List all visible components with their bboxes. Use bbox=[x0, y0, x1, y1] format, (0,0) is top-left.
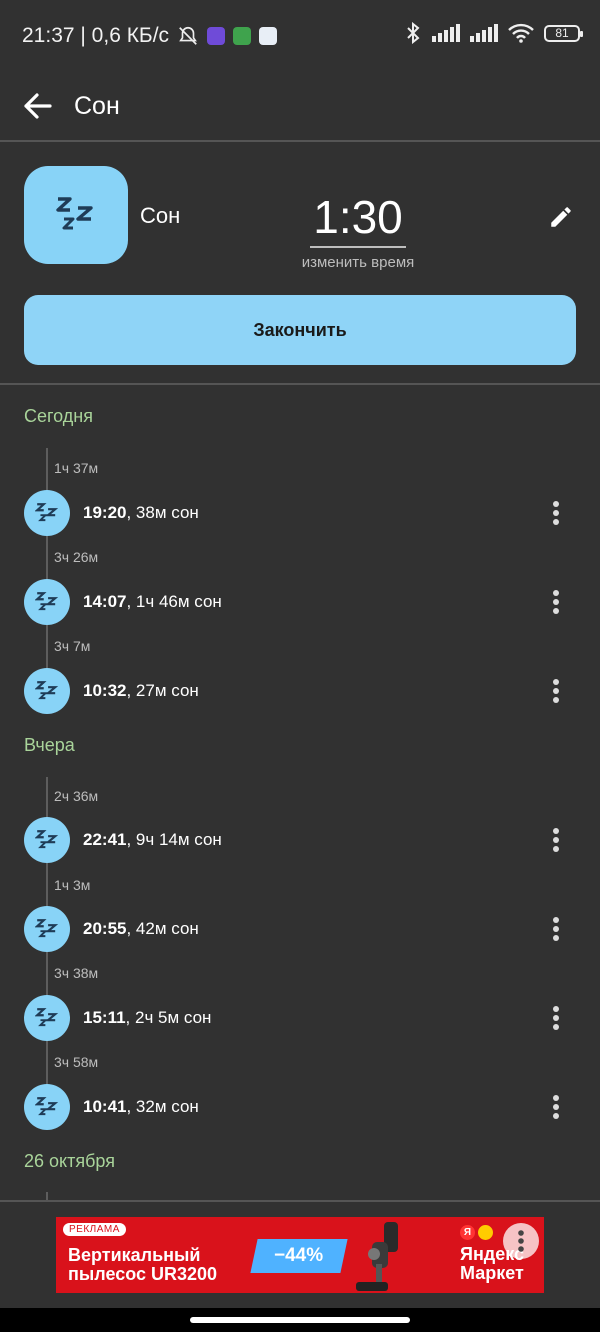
entry-text: 15:11, 2ч 5м сон bbox=[83, 1008, 212, 1027]
section-header-today: Сегодня bbox=[24, 406, 93, 426]
page-title: Сон bbox=[74, 91, 120, 120]
divider bbox=[0, 140, 600, 142]
gap-label: 3ч 38м bbox=[54, 965, 99, 981]
list-item[interactable]: 19:20, 38м сон bbox=[24, 489, 576, 537]
more-vert-icon bbox=[553, 501, 559, 525]
activity-icon-tile bbox=[24, 166, 128, 264]
list-item[interactable]: 14:07, 1ч 46м сон bbox=[24, 578, 576, 626]
list-item[interactable]: 10:32, 27м сон bbox=[24, 667, 576, 715]
ad-menu-button[interactable] bbox=[503, 1223, 539, 1259]
list-item[interactable]: 20:55, 42м сон bbox=[24, 905, 576, 953]
signal-icon bbox=[470, 24, 498, 42]
timer[interactable]: 1:30 изменить время bbox=[298, 190, 418, 271]
change-time-hint[interactable]: изменить время bbox=[288, 254, 428, 271]
more-vert-icon bbox=[553, 828, 559, 852]
cloud-app-icon bbox=[259, 27, 278, 45]
more-vert-icon bbox=[553, 679, 559, 703]
divider bbox=[0, 383, 600, 385]
more-options-button[interactable] bbox=[536, 905, 576, 953]
zzz-sleep-icon bbox=[24, 579, 70, 625]
entry-text: 10:41, 32м сон bbox=[83, 1097, 199, 1116]
status-bar: 21:37 | 0,6 КБ/с 81 bbox=[0, 0, 600, 72]
more-options-button[interactable] bbox=[536, 578, 576, 626]
zzz-sleep-icon bbox=[56, 197, 93, 230]
system-nav-bar bbox=[0, 1308, 600, 1332]
entry-text: 19:20, 38м сон bbox=[83, 503, 199, 522]
bell-off-icon bbox=[179, 26, 197, 45]
gap-label: 3ч 58м bbox=[54, 1054, 99, 1070]
gap-label: 2ч 36м bbox=[54, 788, 99, 804]
zzz-sleep-icon bbox=[24, 817, 70, 863]
more-options-button[interactable] bbox=[536, 667, 576, 715]
more-options-button[interactable] bbox=[536, 489, 576, 537]
ad-container: РЕКЛАМА Вертикальный пылесос UR3200 −44%… bbox=[0, 1202, 600, 1308]
timer-value[interactable]: 1:30 bbox=[310, 190, 406, 248]
battery-icon: 81 bbox=[544, 24, 583, 42]
list-item[interactable]: 22:41, 9ч 14м сон bbox=[24, 816, 576, 864]
gap-label: 3ч 26м bbox=[54, 549, 99, 565]
pencil-icon bbox=[551, 207, 571, 227]
gap-label: 3ч 7м bbox=[54, 638, 91, 654]
back-button[interactable] bbox=[0, 72, 74, 140]
home-indicator[interactable] bbox=[190, 1317, 410, 1323]
ad-title: Вертикальный пылесос UR3200 bbox=[68, 1245, 218, 1284]
entry-text: 22:41, 9ч 14м сон bbox=[83, 830, 222, 849]
app-notification-icon bbox=[233, 27, 252, 45]
arrow-left-icon bbox=[24, 93, 52, 119]
signal-icon bbox=[432, 24, 460, 42]
more-vert-icon bbox=[518, 1230, 524, 1252]
more-vert-icon bbox=[553, 1095, 559, 1119]
ad-banner[interactable]: РЕКЛАМА Вертикальный пылесос UR3200 −44%… bbox=[56, 1217, 544, 1293]
yandex-market-logo: Я bbox=[460, 1225, 493, 1240]
zzz-sleep-icon bbox=[24, 906, 70, 952]
wifi-icon bbox=[508, 23, 534, 43]
app-notification-icon bbox=[207, 27, 226, 45]
more-vert-icon bbox=[553, 1006, 559, 1030]
more-vert-icon bbox=[553, 917, 559, 941]
edit-button[interactable] bbox=[542, 198, 580, 236]
gap-label: 1ч 37м bbox=[54, 460, 99, 476]
more-options-button[interactable] bbox=[536, 816, 576, 864]
zzz-sleep-icon bbox=[24, 668, 70, 714]
ad-discount-badge: −44% bbox=[250, 1239, 348, 1273]
app-bar: Сон bbox=[0, 72, 600, 140]
more-options-button[interactable] bbox=[536, 1083, 576, 1131]
ad-label: РЕКЛАМА bbox=[63, 1223, 126, 1236]
section-header-date: 26 октября bbox=[24, 1151, 115, 1171]
status-time: 21:37 | 0,6 КБ/с bbox=[22, 24, 170, 47]
zzz-sleep-icon bbox=[24, 1084, 70, 1130]
market-badge-icon bbox=[478, 1225, 493, 1240]
entry-text: 14:07, 1ч 46м сон bbox=[83, 592, 222, 611]
vacuum-cleaner-image bbox=[356, 1222, 398, 1291]
section-header-yesterday: Вчера bbox=[24, 735, 75, 755]
bluetooth-icon bbox=[407, 22, 420, 44]
more-vert-icon bbox=[553, 590, 559, 614]
list-item[interactable]: 15:11, 2ч 5м сон bbox=[24, 994, 576, 1042]
list-item[interactable]: 10:41, 32м сон bbox=[24, 1083, 576, 1131]
zzz-sleep-icon bbox=[24, 490, 70, 536]
finish-button[interactable]: Закончить bbox=[24, 295, 576, 365]
battery-level: 81 bbox=[555, 26, 569, 40]
more-options-button[interactable] bbox=[536, 994, 576, 1042]
entry-text: 10:32, 27м сон bbox=[83, 681, 199, 700]
activity-name: Сон bbox=[140, 203, 181, 228]
zzz-sleep-icon bbox=[24, 995, 70, 1041]
entry-text: 20:55, 42м сон bbox=[83, 919, 199, 938]
timeline-line bbox=[46, 448, 48, 690]
gap-label: 1ч 3м bbox=[54, 877, 91, 893]
